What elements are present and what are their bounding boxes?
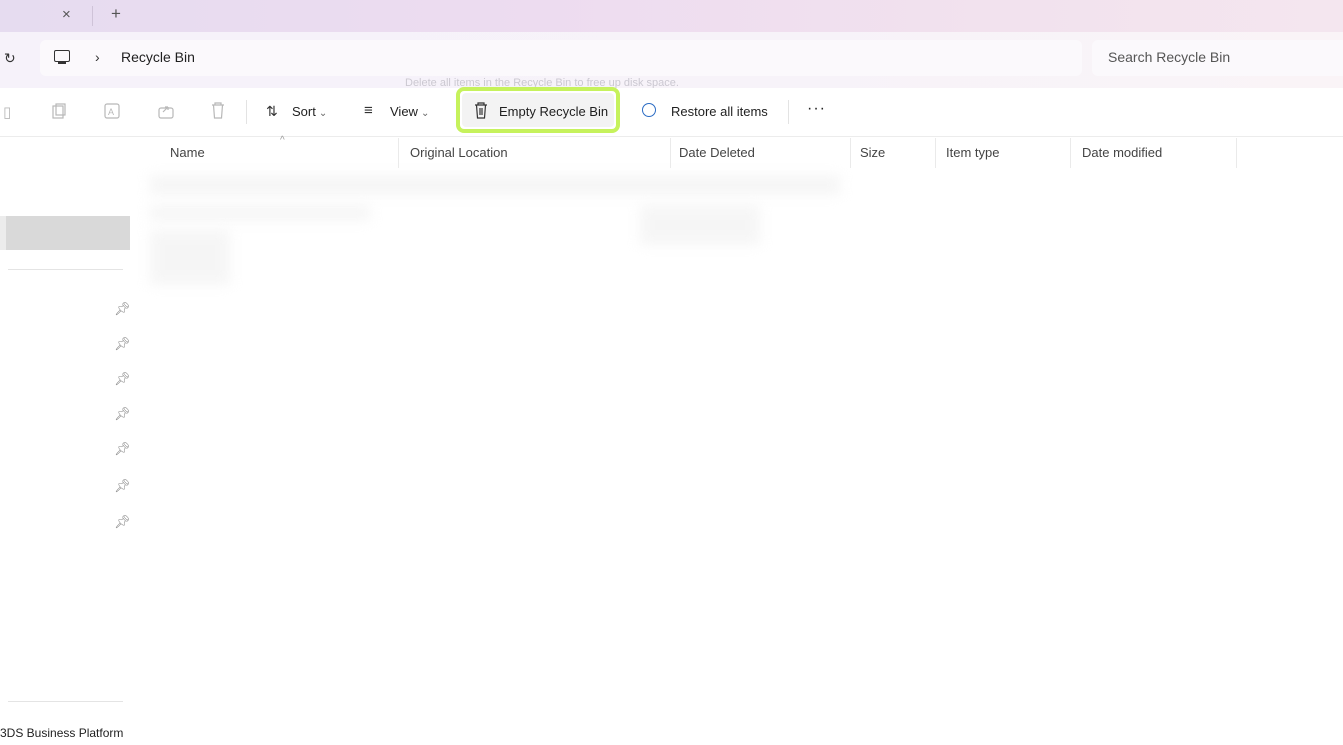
blurred-row <box>150 175 840 195</box>
share-icon <box>158 106 174 119</box>
delete-icon <box>212 102 224 119</box>
column-header-item-type[interactable]: Item type <box>946 145 999 160</box>
breadcrumb-separator[interactable]: › <box>95 49 100 65</box>
rename-icon: A <box>104 103 120 119</box>
blurred-row <box>640 205 760 245</box>
pin-icon[interactable]: 📌︎ <box>114 478 131 494</box>
sort-caret-icon: ^ <box>280 135 285 146</box>
pin-icon[interactable]: 📌︎ <box>114 371 131 387</box>
close-tab-icon[interactable]: × <box>62 6 71 23</box>
column-header-size[interactable]: Size <box>860 145 885 160</box>
restore-icon[interactable] <box>642 103 656 117</box>
breadcrumb-recycle-bin[interactable]: Recycle Bin <box>121 49 195 65</box>
search-placeholder: Search Recycle Bin <box>1108 49 1231 65</box>
column-separator[interactable] <box>1070 138 1071 168</box>
sort-icon[interactable]: ⇅ <box>266 103 278 120</box>
sidebar-divider <box>8 269 123 270</box>
column-header-date-modified[interactable]: Date modified <box>1082 145 1162 160</box>
toolbar-divider <box>788 100 789 124</box>
chevron-down-icon: ⌄ <box>420 108 430 119</box>
column-header-date-deleted[interactable]: Date Deleted <box>679 145 755 160</box>
column-separator[interactable] <box>670 138 671 168</box>
sidebar-item-3ds-business-platform[interactable]: 3DS Business Platform <box>0 726 123 740</box>
column-separator[interactable] <box>850 138 851 168</box>
new-icon: ▯ <box>3 104 12 121</box>
address-bar[interactable] <box>40 40 1082 76</box>
column-separator[interactable] <box>935 138 936 168</box>
blurred-row <box>150 205 370 221</box>
refresh-icon[interactable]: ↻ <box>4 50 16 67</box>
svg-text:A: A <box>108 107 114 117</box>
pin-icon[interactable]: 📌︎ <box>114 441 131 457</box>
empty-recycle-bin-label[interactable]: Empty Recycle Bin <box>499 104 608 119</box>
restore-all-items-button[interactable]: Restore all items <box>671 104 768 119</box>
pin-icon[interactable]: 📌︎ <box>114 336 131 352</box>
view-button[interactable]: View ⌄ <box>390 104 429 119</box>
blurred-row <box>150 230 230 285</box>
sort-label: Sort <box>292 104 316 119</box>
column-header-name[interactable]: Name <box>170 145 205 160</box>
sidebar-selected-item[interactable] <box>0 216 130 250</box>
chevron-down-icon: ⌄ <box>318 108 328 119</box>
view-icon[interactable]: ≡ <box>364 102 373 119</box>
column-header-original-location[interactable]: Original Location <box>410 145 508 160</box>
pin-icon[interactable]: 📌︎ <box>114 406 131 422</box>
column-separator[interactable] <box>1236 138 1237 168</box>
more-options-button[interactable]: ··· <box>807 100 826 118</box>
view-label: View <box>390 104 418 119</box>
sidebar-divider <box>8 701 123 702</box>
pin-icon[interactable]: 📌︎ <box>114 301 131 317</box>
toolbar-divider <box>246 100 247 124</box>
this-pc-icon[interactable] <box>54 50 70 64</box>
recycle-bin-icon <box>475 102 487 119</box>
copy-icon <box>52 103 66 119</box>
column-separator[interactable] <box>398 138 399 168</box>
sort-button[interactable]: Sort ⌄ <box>292 104 327 119</box>
pin-icon[interactable]: 📌︎ <box>114 514 131 530</box>
tab-divider <box>92 6 93 26</box>
tab-strip <box>0 0 1343 32</box>
new-tab-button[interactable]: + <box>111 4 121 24</box>
